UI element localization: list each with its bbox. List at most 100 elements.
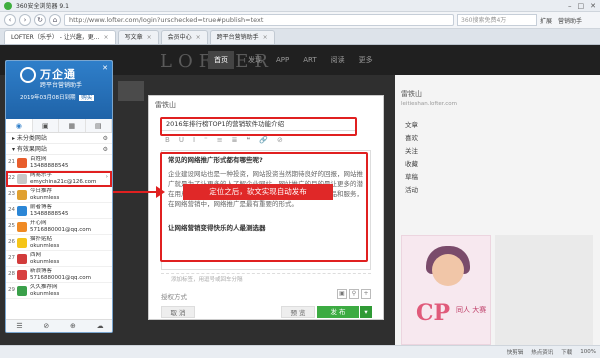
ad-banner[interactable]: CP 同人 大赛 — [401, 235, 491, 345]
assistant-tabs: ◉ ▣ ▦ ▤ — [6, 119, 112, 133]
list-item[interactable]: 25 开心网 5716880001@qq.com — [6, 219, 112, 235]
publish-button[interactable]: 发 布 — [317, 306, 359, 318]
nav-more[interactable]: 更多 — [359, 55, 373, 65]
list-item[interactable]: 28 新浪博客 5716880001@qq.com — [6, 267, 112, 283]
list-item[interactable]: 26 猫扑贴贴 okunmless — [6, 235, 112, 251]
status-item[interactable]: 下载 — [561, 348, 572, 356]
link-icon[interactable]: 🔗 — [259, 136, 268, 148]
tab-lofter[interactable]: LOFTER（乐乎） - 让兴趣，更... × — [4, 30, 116, 44]
nav-read[interactable]: 阅读 — [331, 55, 345, 65]
tags-input[interactable]: 添加标签，用逗号或回车分隔 — [161, 273, 371, 285]
status-item[interactable]: 热点资讯 — [531, 348, 553, 356]
tab-articles[interactable]: ▣ — [33, 119, 59, 132]
list-item[interactable]: 29 久久推荐网 okunmless — [6, 283, 112, 299]
status-item[interactable]: 快剪辑 — [507, 348, 524, 356]
right-domain[interactable]: leitieshan.lofter.com — [401, 101, 457, 107]
tab-marketing-assistant[interactable]: 跨平台营销助手 × — [209, 30, 275, 44]
add-icon[interactable]: + — [361, 289, 371, 299]
zoom-level[interactable]: 100% — [580, 349, 596, 355]
right-item[interactable]: 活动 — [405, 184, 418, 197]
tab-label: 会员中心 — [167, 34, 192, 41]
list-item[interactable]: 22 网易乐乎 emychina21c@126.com › — [6, 171, 112, 187]
right-panel: 雷铁山 leitieshan.lofter.com 文章 喜欢 关注 收藏 草稿… — [395, 75, 600, 345]
gear-icon[interactable]: ⚙ — [103, 133, 108, 144]
site-account: 5716880001@qq.com — [30, 274, 91, 281]
list-item[interactable]: 23 今日推荐 okunmless — [6, 187, 112, 203]
right-item[interactable]: 草稿 — [405, 171, 418, 184]
url-input[interactable]: http://www.lofter.com/login?urschecked=t… — [64, 14, 454, 26]
tab-close-icon[interactable]: × — [263, 31, 268, 44]
search-input[interactable]: 360搜索免费4万 — [457, 14, 537, 26]
tab-write-article[interactable]: 写文章 × — [117, 30, 159, 44]
clear-format-icon[interactable]: ⊘ — [277, 136, 283, 148]
list-item[interactable]: 21 百姓网 13488888545 — [6, 155, 112, 171]
preview-button[interactable]: 预 览 — [281, 306, 315, 318]
right-username[interactable]: 雷铁山 — [401, 89, 422, 99]
image-icon[interactable]: ▣ — [337, 289, 347, 299]
forward-icon[interactable]: › — [19, 14, 31, 26]
editor-extras: ▣ ⚲ + — [337, 289, 371, 299]
extensions-button[interactable]: 扩展 — [540, 16, 552, 25]
tab-sites[interactable]: ◉ — [6, 119, 33, 132]
expiry-date: 2019年03月08日到期 购买 — [20, 93, 95, 101]
ad-banner-secondary[interactable] — [495, 235, 593, 345]
tab-label: 写文章 — [124, 34, 143, 41]
group-label: 未分类网站 — [16, 135, 47, 142]
share-icon[interactable]: ⚲ — [349, 289, 359, 299]
right-item[interactable]: 关注 — [405, 145, 418, 158]
maximize-icon[interactable]: □ — [578, 2, 585, 10]
tab-calendar[interactable]: ▦ — [59, 119, 86, 132]
row-text: 西网 okunmless — [30, 252, 59, 266]
align-icon[interactable]: ≡ — [217, 136, 223, 148]
buy-button[interactable]: 购买 — [79, 95, 95, 101]
menu-icon[interactable]: ☰ — [16, 320, 22, 332]
tab-close-icon[interactable]: × — [196, 31, 201, 44]
site-name: 新浪博客 — [30, 267, 53, 274]
site-name: 久久推荐网 — [30, 283, 58, 290]
site-name: 前者博客 — [30, 203, 53, 210]
block-icon[interactable]: ⊘ — [43, 320, 49, 332]
right-menu: 文章 喜欢 关注 收藏 草稿 活动 — [405, 119, 418, 197]
quote-icon[interactable]: ❝ — [246, 136, 250, 148]
refresh-icon[interactable]: ↻ — [34, 14, 46, 26]
right-item[interactable]: 收藏 — [405, 158, 418, 171]
right-item[interactable]: 喜欢 — [405, 132, 418, 145]
minimize-icon[interactable]: – — [568, 2, 572, 10]
home-icon[interactable]: ⌂ — [49, 14, 61, 26]
tab-settings[interactable]: ▤ — [86, 119, 112, 132]
list-item[interactable]: 27 西网 okunmless — [6, 251, 112, 267]
address-bar: ‹ › ↻ ⌂ http://www.lofter.com/login?ursc… — [0, 12, 600, 29]
publish-options-icon[interactable]: ▾ — [360, 306, 372, 318]
format-icon[interactable]: ⁼ — [204, 136, 208, 148]
nav-app[interactable]: APP — [276, 56, 289, 64]
browser-titlebar: 360安全浏览器 9.1 – □ ✕ — [0, 0, 600, 12]
list-item[interactable]: 24 前者博客 13488888545 — [6, 203, 112, 219]
right-item[interactable]: 文章 — [405, 119, 418, 132]
close-icon[interactable]: ✕ — [590, 2, 596, 10]
tab-close-icon[interactable]: × — [147, 31, 152, 44]
site-icon — [17, 221, 27, 232]
add-site-icon[interactable]: ⊕ — [70, 320, 76, 332]
row-number: 24 — [8, 207, 15, 213]
italic-icon[interactable]: I — [193, 136, 195, 148]
tab-member-center[interactable]: 会员中心 × — [160, 30, 208, 44]
cloud-icon[interactable]: ☁ — [97, 320, 104, 332]
marketing-assistant-button[interactable]: 营销助手 — [558, 16, 582, 25]
row-number: 22 — [8, 175, 15, 181]
chevron-right-icon[interactable]: › — [106, 174, 108, 181]
underline-icon[interactable]: U — [179, 136, 184, 148]
gear-icon[interactable]: ⚙ — [103, 144, 108, 155]
nav-home[interactable]: 首页 — [208, 51, 234, 69]
tab-close-icon[interactable]: × — [104, 31, 109, 44]
back-icon[interactable]: ‹ — [4, 14, 16, 26]
list-icon[interactable]: ≣ — [232, 136, 238, 148]
license-dropdown[interactable]: 授权方式 — [161, 291, 187, 301]
nav-discover[interactable]: 发现 — [248, 55, 262, 65]
group-effective[interactable]: ▾ 有效果网站 ⚙ — [6, 144, 112, 155]
bold-icon[interactable]: B — [165, 136, 170, 148]
tab-label: 跨平台营销助手 — [216, 34, 259, 41]
cancel-button[interactable]: 取 消 — [161, 306, 195, 318]
nav-art[interactable]: ART — [303, 56, 316, 64]
group-uncategorized[interactable]: ▸ 未分类网站 ⚙ — [6, 133, 112, 144]
assistant-close-icon[interactable]: ✕ — [102, 64, 108, 72]
